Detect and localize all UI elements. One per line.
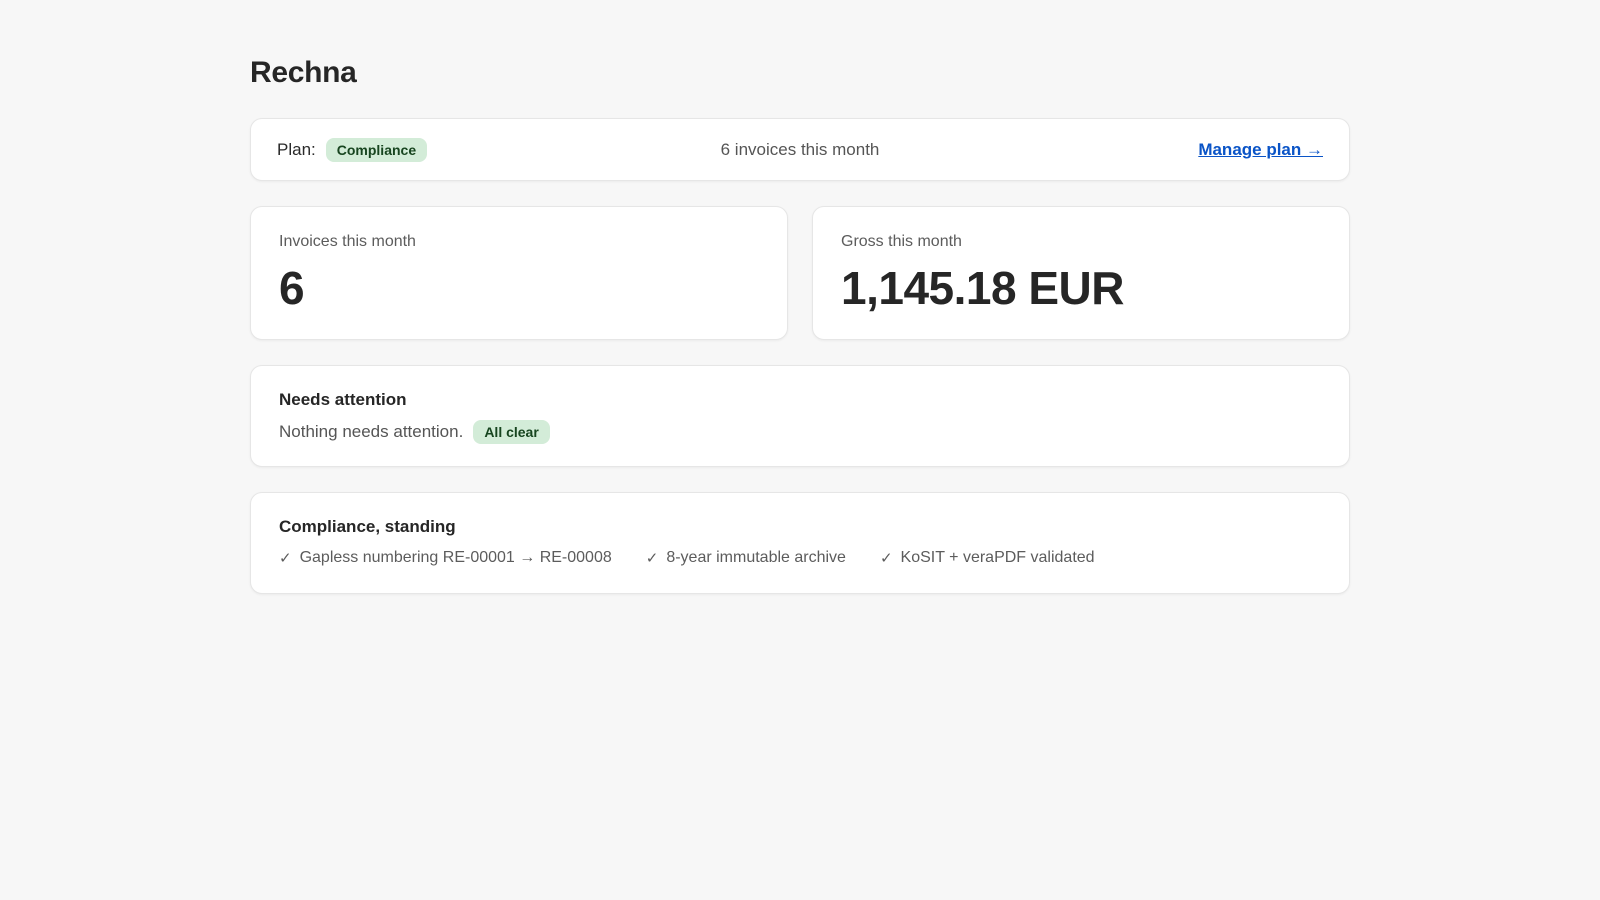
status-badge: All clear	[473, 420, 550, 444]
attention-message: Nothing needs attention.	[279, 422, 464, 441]
stat-card-gross: Gross this month 1,145.18 EUR	[812, 206, 1350, 340]
check-icon: ✓	[279, 550, 292, 567]
compliance-item: ✓ 8-year immutable archive	[646, 549, 846, 567]
compliance-item-text: Gapless numbering RE-00001 → RE-00008	[299, 549, 612, 566]
compliance-item-text: KoSIT + veraPDF validated	[900, 549, 1095, 566]
compliance-card: Compliance, standing ✓ Gapless numbering…	[250, 492, 1350, 594]
compliance-checks: ✓ Gapless numbering RE-00001 → RE-00008 …	[279, 549, 1321, 567]
plan-info: Plan: Compliance	[277, 137, 428, 162]
stat-value: 6	[279, 262, 305, 314]
plan-badge: Compliance	[325, 137, 428, 162]
compliance-item: ✓ Gapless numbering RE-00001 → RE-00008	[279, 549, 612, 567]
check-icon: ✓	[645, 550, 659, 567]
stat-value: 1,145.18 EUR	[841, 262, 1124, 314]
manage-plan-link[interactable]: Manage plan →	[1198, 140, 1323, 160]
attention-row: Nothing needs attention. All clear	[279, 420, 1321, 444]
plan-label: Plan:	[277, 139, 316, 159]
section-title: Needs attention	[279, 390, 407, 409]
plan-bar: Plan: Compliance 6 invoices this month M…	[250, 118, 1350, 181]
check-icon: ✓	[879, 550, 893, 567]
app-title: Rechna	[250, 56, 357, 89]
section-title: Compliance, standing	[279, 517, 456, 536]
needs-attention-card: Needs attention Nothing needs attention.…	[250, 365, 1350, 467]
stat-label: Gross this month	[841, 233, 962, 250]
compliance-item: ✓ KoSIT + veraPDF validated	[880, 549, 1095, 567]
stat-card-invoices: Invoices this month 6	[250, 206, 788, 340]
compliance-item-text: 8-year immutable archive	[666, 549, 846, 566]
stat-label: Invoices this month	[279, 233, 416, 250]
